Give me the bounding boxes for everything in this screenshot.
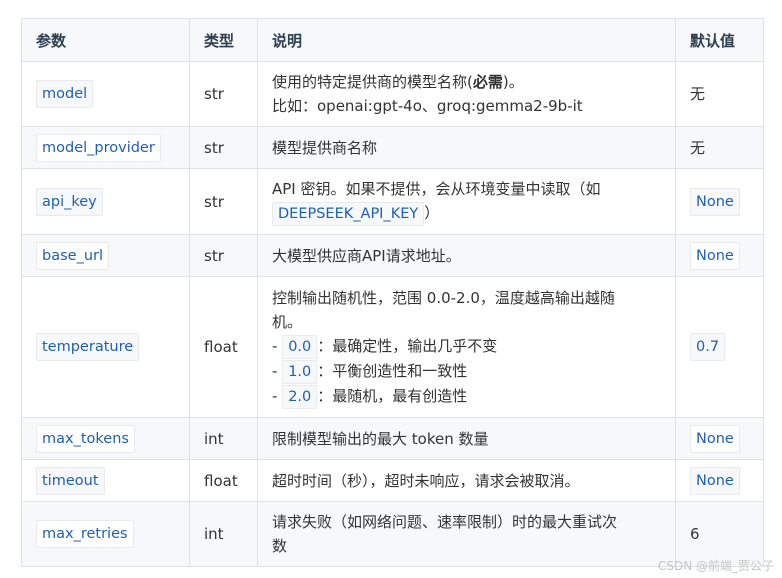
dash: - — [272, 386, 278, 405]
type-cell: int — [189, 417, 258, 460]
param-code: timeout — [36, 466, 105, 495]
desc-cell: 请求失败（如网络问题、速率限制）时的最大重试次 数 — [257, 501, 676, 567]
desc-cell: 大模型供应商API请求地址。 — [257, 234, 676, 277]
type-cell: int — [189, 501, 258, 567]
table-row: api_key str API 密钥。如果不提供，会从环境变量中读取（如 DEE… — [21, 168, 764, 235]
desc-cell: 模型提供商名称 — [257, 126, 676, 169]
list-item: - 2.0 ：最随机，最有创造性 — [272, 384, 661, 409]
header-type: 类型 — [189, 18, 258, 62]
default-code: None — [690, 424, 740, 453]
default-code: None — [690, 187, 740, 216]
value-code: 2.0 — [282, 384, 318, 409]
desc-line: DEEPSEEK_API_KEY） — [272, 201, 661, 226]
table-row: max_retries int 请求失败（如网络问题、速率限制）时的最大重试次 … — [21, 501, 764, 567]
desc-line: 数 — [272, 537, 288, 555]
desc-line: 机。 — [272, 312, 303, 331]
table-row: timeout float 超时时间（秒），超时未响应，请求会被取消。 None — [21, 459, 764, 502]
desc-line: 控制输出随机性，范围 0.0-2.0，温度越高输出越随 — [272, 288, 615, 307]
default-cell: 无 — [675, 126, 764, 169]
item-text: ：最随机，最有创造性 — [317, 386, 468, 405]
desc-bold: 必需 — [472, 73, 503, 91]
param-code: max_tokens — [36, 424, 135, 453]
list-item: - 1.0 ：平衡创造性和一致性 — [272, 359, 661, 384]
param-code: model_provider — [36, 133, 161, 162]
desc-text: 使用的特定提供商的模型名称( — [272, 73, 473, 91]
table-row: temperature float 控制输出随机性，范围 0.0-2.0，温度越… — [21, 276, 764, 418]
table-row: model str 使用的特定提供商的模型名称(必需)。 比如：openai:g… — [21, 61, 764, 127]
param-cell: base_url — [21, 234, 190, 277]
param-cell: max_retries — [21, 501, 190, 567]
item-text: ：平衡创造性和一致性 — [317, 361, 468, 380]
param-cell: timeout — [21, 459, 190, 502]
dash: - — [272, 336, 278, 355]
type-cell: str — [189, 168, 258, 235]
desc-cell: API 密钥。如果不提供，会从环境变量中读取（如 DEEPSEEK_API_KE… — [257, 168, 676, 235]
desc-line: 比如：openai:gpt-4o、groq:gemma2-9b-it — [272, 97, 583, 115]
default-code: 0.7 — [690, 333, 726, 361]
header-desc: 说明 — [257, 18, 676, 62]
list-item: - 0.0 ：最确定性，输出几乎不变 — [272, 334, 661, 359]
default-code: None — [690, 466, 740, 495]
dash: - — [272, 361, 278, 380]
default-cell: None — [675, 417, 764, 460]
desc-cell: 超时时间（秒），超时未响应，请求会被取消。 — [257, 459, 676, 502]
desc-line: API 密钥。如果不提供，会从环境变量中读取（如 — [272, 180, 601, 198]
desc-cell: 使用的特定提供商的模型名称(必需)。 比如：openai:gpt-4o、groq… — [257, 61, 676, 127]
desc-text: ） — [424, 204, 440, 222]
default-cell: None — [675, 459, 764, 502]
table-header-row: 参数 类型 说明 默认值 — [21, 18, 764, 62]
param-code: model — [36, 80, 94, 108]
table-row: max_tokens int 限制模型输出的最大 token 数量 None — [21, 417, 764, 460]
value-code: 1.0 — [282, 359, 318, 384]
env-var-code: DEEPSEEK_API_KEY — [272, 202, 425, 226]
header-param: 参数 — [21, 18, 190, 62]
param-cell: temperature — [21, 276, 190, 418]
value-code: 0.0 — [282, 334, 318, 359]
param-cell: model — [21, 61, 190, 127]
table-row: model_provider str 模型提供商名称 无 — [21, 126, 764, 169]
param-code: api_key — [36, 187, 103, 216]
desc-line: 请求失败（如网络问题、速率限制）时的最大重试次 — [272, 513, 618, 531]
watermark: CSDN @前端_贾公子 — [657, 559, 774, 573]
desc-cell: 控制输出随机性，范围 0.0-2.0，温度越高输出越随 机。 - 0.0 ：最确定… — [257, 276, 676, 418]
param-code: max_retries — [36, 520, 134, 548]
type-cell: str — [189, 234, 258, 277]
param-cell: model_provider — [21, 126, 190, 169]
default-cell: None — [675, 168, 764, 235]
type-cell: str — [189, 126, 258, 169]
default-code: None — [690, 241, 740, 270]
default-cell: None — [675, 234, 764, 277]
param-code: base_url — [36, 241, 109, 270]
param-cell: api_key — [21, 168, 190, 235]
type-cell: str — [189, 61, 258, 127]
default-cell: 0.7 — [675, 276, 764, 418]
desc-line: 使用的特定提供商的模型名称(必需)。 — [272, 70, 661, 94]
type-cell: float — [189, 276, 258, 418]
param-cell: max_tokens — [21, 417, 190, 460]
default-cell: 无 — [675, 61, 764, 127]
desc-text: )。 — [502, 73, 524, 91]
parameters-table: 参数 类型 说明 默认值 model str 使用的特定提供商的模型名称(必需)… — [21, 18, 764, 567]
desc-cell: 限制模型输出的最大 token 数量 — [257, 417, 676, 460]
item-text: ：最确定性，输出几乎不变 — [317, 336, 498, 355]
param-code: temperature — [36, 333, 140, 361]
header-default: 默认值 — [675, 18, 764, 62]
table-row: base_url str 大模型供应商API请求地址。 None — [21, 234, 764, 277]
type-cell: float — [189, 459, 258, 502]
